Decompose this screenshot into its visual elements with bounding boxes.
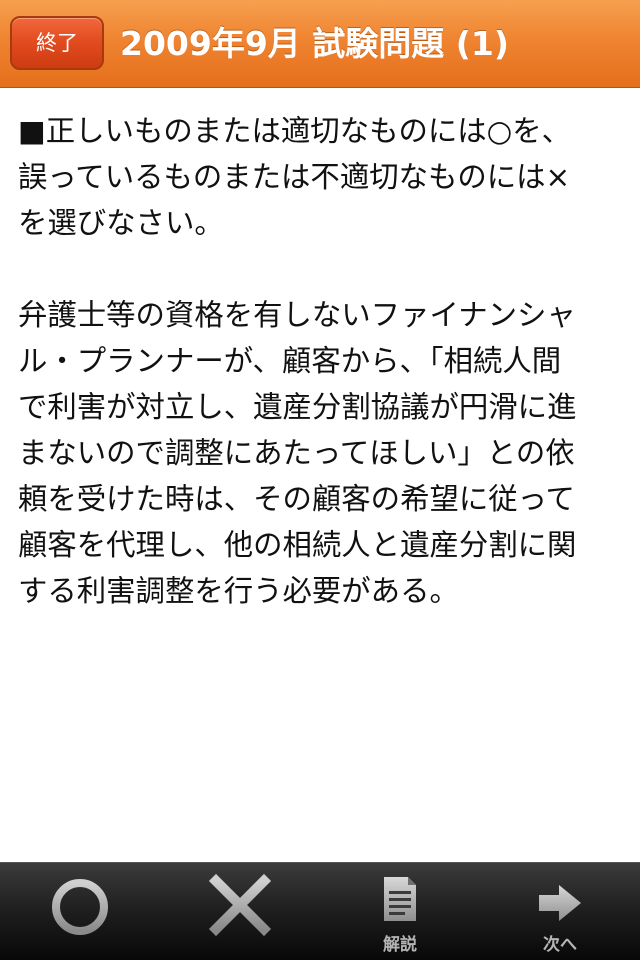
- question-body: 弁護士等の資格を有しないファイナンシャ ル・プランナーが、顧客から、「相続人間 …: [18, 298, 577, 608]
- question-content: ■正しいものまたは適切なものには○を、 誤っているものまたは不適切なものには× …: [18, 108, 624, 848]
- page-title: 2009年9月 試験問題 (1): [120, 24, 509, 63]
- answer-toolbar: 解説 次へ: [0, 862, 640, 960]
- document-icon: [384, 877, 416, 921]
- next-button[interactable]: 次へ: [510, 863, 610, 961]
- question-instruction: ■正しいものまたは適切なものには○を、 誤っているものまたは不適切なものには× …: [18, 114, 572, 240]
- end-button[interactable]: 終了: [10, 16, 104, 70]
- explanation-label: 解説: [383, 935, 417, 955]
- navigation-bar: 終了 2009年9月 試験問題 (1): [0, 0, 640, 88]
- next-label: 次へ: [543, 935, 577, 955]
- explanation-button[interactable]: 解説: [350, 863, 450, 961]
- answer-incorrect-button[interactable]: [190, 863, 290, 961]
- answer-correct-button[interactable]: [30, 863, 130, 961]
- circle-icon: [52, 879, 108, 935]
- cross-icon: [208, 873, 272, 937]
- arrow-right-icon: [539, 885, 581, 921]
